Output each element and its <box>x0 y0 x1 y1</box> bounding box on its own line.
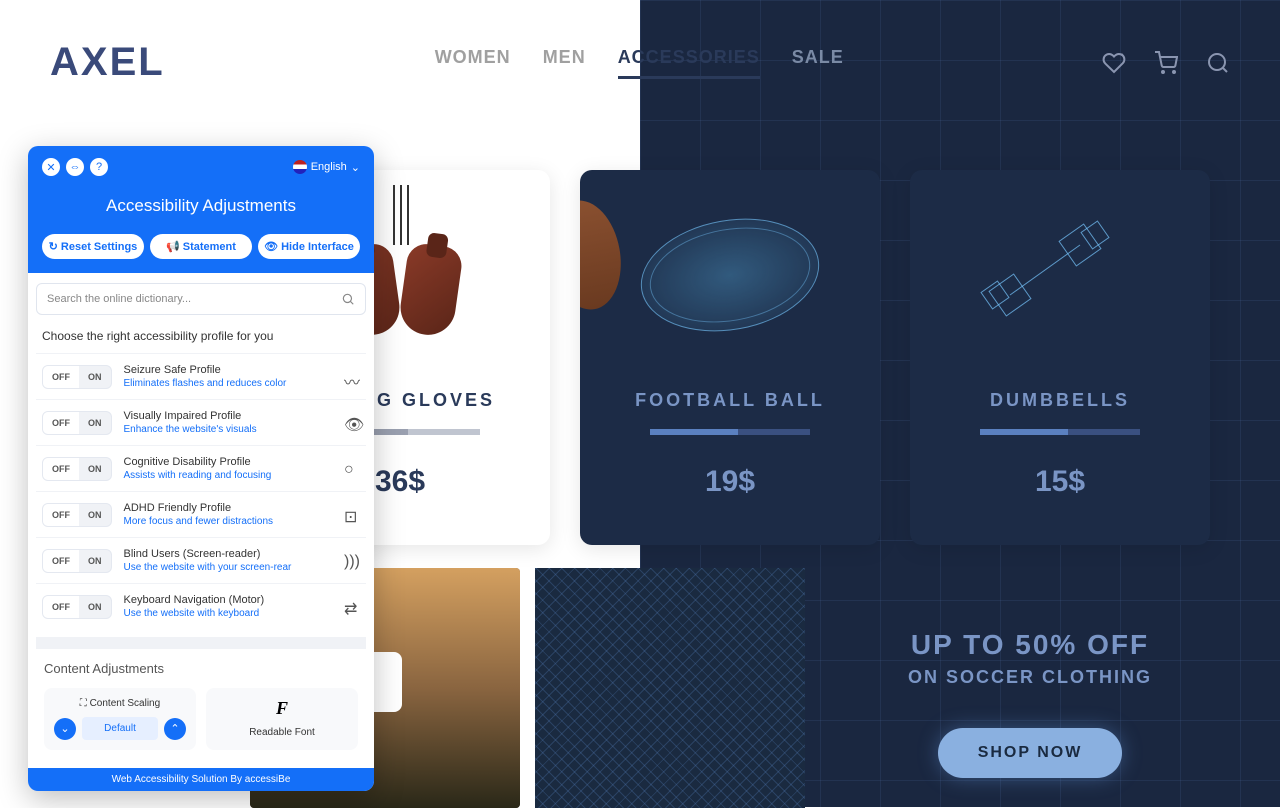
product-price: 15$ <box>1035 465 1085 499</box>
toggle[interactable]: OFFON <box>42 549 112 573</box>
divider <box>980 429 1140 435</box>
promo-subtitle: ON SOCCER CLOTHING <box>908 667 1152 688</box>
product-card[interactable]: FOOTBALL BALL 19$ <box>580 170 880 545</box>
product-price: 19$ <box>705 465 755 499</box>
resize-icon[interactable]: ⇔ <box>66 158 84 176</box>
circle-icon: ○ <box>344 461 360 477</box>
sound-icon: ))) <box>344 553 360 569</box>
profile-adhd: OFFON ADHD Friendly ProfileMore focus an… <box>36 491 366 537</box>
nav-women[interactable]: WOMEN <box>435 47 511 79</box>
content-adjustments-title: Content Adjustments <box>44 661 358 676</box>
close-icon[interactable]: ✕ <box>42 158 60 176</box>
hide-interface-button[interactable]: 👁Hide Interface <box>258 234 360 259</box>
toggle[interactable]: OFFON <box>42 365 112 389</box>
scale-value: Default <box>82 717 158 740</box>
profile-cognitive: OFFON Cognitive Disability ProfileAssist… <box>36 445 366 491</box>
product-name: DUMBBELLS <box>990 390 1130 411</box>
swap-icon: ⇄ <box>344 599 360 615</box>
search-icon[interactable] <box>1206 51 1230 75</box>
flag-icon <box>293 160 307 174</box>
product-card[interactable]: DUMBBELLS 15$ <box>910 170 1210 545</box>
nav-accessories[interactable]: ACCESSORIES <box>618 47 760 79</box>
wave-icon: 〰 <box>344 369 360 385</box>
help-icon[interactable]: ? <box>90 158 108 176</box>
toggle[interactable]: OFFON <box>42 411 112 435</box>
profile-visually-impaired: OFFON Visually Impaired ProfileEnhance t… <box>36 399 366 445</box>
nav-sale[interactable]: SALE <box>792 47 844 79</box>
toggle[interactable]: OFFON <box>42 595 112 619</box>
product-name: FOOTBALL BALL <box>635 390 825 411</box>
profile-keyboard: OFFON Keyboard Navigation (Motor)Use the… <box>36 583 366 629</box>
main-nav: WOMEN MEN ACCESSORIES SALE <box>435 47 844 79</box>
logo[interactable]: AXEL <box>50 40 165 85</box>
product-image <box>580 170 880 380</box>
scale-down-button[interactable]: ⌄ <box>54 718 76 740</box>
scale-up-button[interactable]: ⌃ <box>164 718 186 740</box>
readable-font-card[interactable]: F Readable Font <box>206 688 358 750</box>
product-image <box>910 170 1210 380</box>
chevron-down-icon: ⌄ <box>351 161 360 174</box>
cart-icon[interactable] <box>1154 51 1178 75</box>
reset-settings-button[interactable]: ↻Reset Settings <box>42 234 144 259</box>
profile-section-title: Choose the right accessibility profile f… <box>36 315 366 353</box>
widget-footer: Web Accessibility Solution By accessiBe <box>28 768 374 791</box>
site-header: AXEL WOMEN MEN ACCESSORIES SALE <box>0 40 1280 85</box>
toggle[interactable]: OFFON <box>42 457 112 481</box>
product-grid: BOXING GLOVES 36$ FOOTBALL BALL 19$ DUMB… <box>250 170 1210 545</box>
profile-seizure-safe: OFFON Seizure Safe ProfileEliminates fla… <box>36 353 366 399</box>
language-label: English <box>311 161 347 173</box>
scale-icon: ⛶ <box>80 698 87 709</box>
heart-icon[interactable] <box>1102 51 1126 75</box>
toggle[interactable]: OFFON <box>42 503 112 527</box>
dictionary-search[interactable] <box>36 283 366 315</box>
widget-title: Accessibility Adjustments <box>42 196 360 216</box>
content-scaling-card: ⛶ Content Scaling ⌄ Default ⌃ <box>44 688 196 750</box>
eye-icon: 👁 <box>344 415 360 431</box>
language-selector[interactable]: English ⌄ <box>293 160 360 174</box>
product-price: 36$ <box>375 465 425 499</box>
font-icon: F <box>276 698 288 719</box>
promo-title: UP TO 50% OFF <box>911 629 1149 661</box>
focus-icon: ⊡ <box>344 507 360 523</box>
profile-blind: OFFON Blind Users (Screen-reader)Use the… <box>36 537 366 583</box>
accessibility-widget: ✕ ⇔ ? English ⌄ Accessibility Adjustment… <box>28 146 374 791</box>
promo-image-net <box>535 568 805 808</box>
search-input[interactable] <box>47 293 341 305</box>
divider <box>650 429 810 435</box>
nav-men[interactable]: MEN <box>543 47 586 79</box>
shop-now-button[interactable]: SHOP NOW <box>938 728 1123 778</box>
search-icon <box>341 292 355 306</box>
statement-button[interactable]: 📢Statement <box>150 234 252 259</box>
